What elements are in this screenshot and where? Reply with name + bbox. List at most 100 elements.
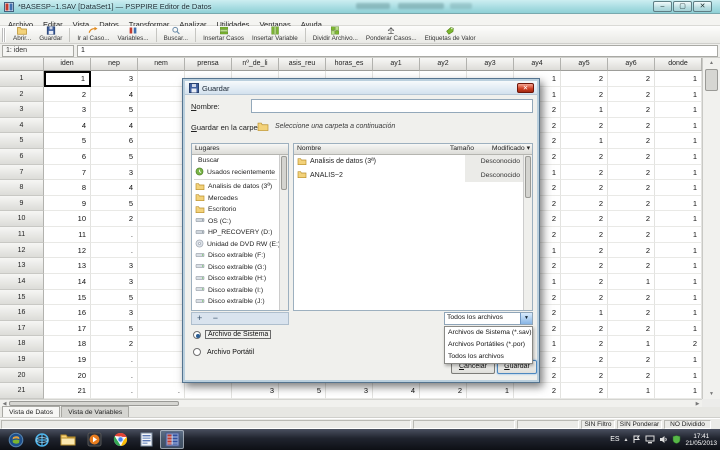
cell-donde-row11[interactable]: 1 [655,227,702,243]
cell-nep-row6[interactable]: 5 [91,149,138,165]
scroll-up-arrow[interactable]: ▲ [703,59,720,67]
cell-nem-row10[interactable] [138,211,185,228]
cell-ay5-row15[interactable]: 2 [561,289,608,306]
close-button[interactable]: ✕ [693,1,712,12]
row-header[interactable]: 5 [0,133,44,150]
row-header[interactable]: 10 [0,211,44,228]
places-scrollbar[interactable] [279,155,288,310]
cell-iden-row14[interactable]: 14 [44,273,91,290]
cell-donde-row16[interactable]: 1 [655,305,702,321]
cell-donde-row21[interactable]: 1 [655,383,702,399]
cell-horas_es-row21[interactable]: 3 [326,383,373,399]
place-analisis-de-datos-3[interactable]: Analisis de datos (3ª) [192,181,279,193]
cell-nep-row21[interactable]: . [91,383,138,399]
cell-iden-row2[interactable]: 2 [44,86,91,103]
cell-ay6-row17[interactable]: 2 [608,320,655,337]
toolbar-insertar-variable[interactable]: Insertar Variable [248,26,302,44]
cell-iden-row21[interactable]: 21 [44,383,91,399]
cell-donde-row14[interactable]: 1 [655,273,702,290]
row-header[interactable]: 13 [0,258,44,274]
places-scrollbar-thumb[interactable] [281,156,287,190]
cell-nem-row2[interactable] [138,86,185,103]
cell-nem-row15[interactable] [138,289,185,306]
cell-asis_reu-row21[interactable]: 5 [279,383,326,399]
column-header-ay6[interactable]: ay6 [608,58,655,71]
cell-ay5-row4[interactable]: 2 [561,117,608,134]
cell-nep-row5[interactable]: 6 [91,133,138,150]
cell-ay6-row13[interactable]: 2 [608,258,655,274]
dialog-titlebar[interactable]: Guardar ✕ [185,81,537,95]
cell-donde-row9[interactable]: 1 [655,195,702,212]
cell-ay5-row18[interactable]: 2 [561,336,608,352]
taskbar-internet-explorer-icon[interactable] [30,430,54,449]
cell-nem-row5[interactable] [138,133,185,150]
radio-system-file[interactable]: Archivo de Sistema [193,330,272,339]
cell-reference[interactable]: 1: iden [2,45,74,57]
column-header-donde[interactable]: donde [655,58,702,71]
language-indicator[interactable]: ES [610,436,619,443]
toolbar-insertar-casos[interactable]: Insertar Casos [199,26,248,44]
volume-icon[interactable] [659,435,668,444]
cell-nep-row14[interactable]: 3 [91,273,138,290]
cell-nem-row19[interactable] [138,351,185,368]
cell-ay6-row16[interactable]: 2 [608,305,655,321]
cell-nem-row18[interactable] [138,336,185,352]
toolbar-grip[interactable] [2,27,6,42]
column-header-ay5[interactable]: ay5 [561,58,608,71]
cell-ay5-row2[interactable]: 2 [561,86,608,103]
cell-nem-row9[interactable] [138,195,185,212]
cell-ay6-row5[interactable]: 2 [608,133,655,150]
add-remove-place-buttons[interactable]: + − [191,312,289,325]
place-disco-extra-ble-h[interactable]: Disco extraíble (H:) [192,273,279,285]
cell-nem-row8[interactable] [138,180,185,196]
cell-iden-row4[interactable]: 4 [44,117,91,134]
toolbar-dividir-archivo[interactable]: Dividir Archivo... [309,26,362,44]
cell-ay6-row20[interactable]: 2 [608,367,655,384]
row-header[interactable]: 16 [0,305,44,321]
cell-ay6-row4[interactable]: 2 [608,117,655,134]
antivirus-shield-icon[interactable] [672,435,681,444]
cell-donde-row5[interactable]: 1 [655,133,702,150]
file-row-analis-2[interactable]: ANALIS~2 Desconocido [294,168,523,182]
row-header[interactable]: 15 [0,289,44,306]
cell-iden-row1[interactable]: 1 [44,71,91,87]
column-header-ay4[interactable]: ay4 [514,58,561,71]
cell-nep-row15[interactable]: 5 [91,289,138,306]
cell-iden-row6[interactable]: 6 [44,149,91,165]
cell-iden-row12[interactable]: 12 [44,242,91,259]
taskbar-file-explorer-icon[interactable] [56,430,80,449]
cell-iden-row8[interactable]: 8 [44,180,91,196]
cell-iden-row17[interactable]: 17 [44,320,91,337]
cell-ay5-row10[interactable]: 2 [561,211,608,228]
cell-nem-row4[interactable] [138,117,185,134]
flag-icon[interactable] [632,435,641,444]
cell-ay5-row7[interactable]: 2 [561,164,608,181]
row-header[interactable]: 19 [0,351,44,368]
cell-ay6-row1[interactable]: 2 [608,71,655,87]
cell-nep-row18[interactable]: 2 [91,336,138,352]
cell-ay5-row16[interactable]: 1 [561,305,608,321]
cell-nem-row13[interactable] [138,258,185,274]
cell-iden-row19[interactable]: 19 [44,351,91,368]
cell-nep-row4[interactable]: 4 [91,117,138,134]
cell-ay6-row8[interactable]: 2 [608,180,655,196]
column-header-ay3[interactable]: ay3 [467,58,514,71]
scroll-down-arrow[interactable]: ▼ [703,390,720,398]
cell-ay5-row13[interactable]: 2 [561,258,608,274]
cell-nep-row19[interactable]: . [91,351,138,368]
cell-donde-row15[interactable]: 1 [655,289,702,306]
row-header[interactable]: 2 [0,86,44,103]
row-header[interactable]: 12 [0,242,44,259]
cell-nem-row17[interactable] [138,320,185,337]
cell-donde-row13[interactable]: 1 [655,258,702,274]
toolbar-buscar[interactable]: Buscar... [160,26,193,44]
tab-vista-de-datos[interactable]: Vista de Datos [2,406,61,417]
column-header-prensa[interactable]: prensa [185,58,232,71]
tray-expand-arrow[interactable]: ▲ [624,437,629,443]
cell-donde-row2[interactable]: 1 [655,86,702,103]
vertical-scrollbar[interactable]: ▲ ▼ [702,58,720,399]
column-header-n-de-li[interactable]: nº_de_li [232,58,279,71]
cell-donde-row18[interactable]: 2 [655,336,702,352]
files-scrollbar-thumb[interactable] [525,156,531,198]
cell-iden-row9[interactable]: 9 [44,195,91,212]
